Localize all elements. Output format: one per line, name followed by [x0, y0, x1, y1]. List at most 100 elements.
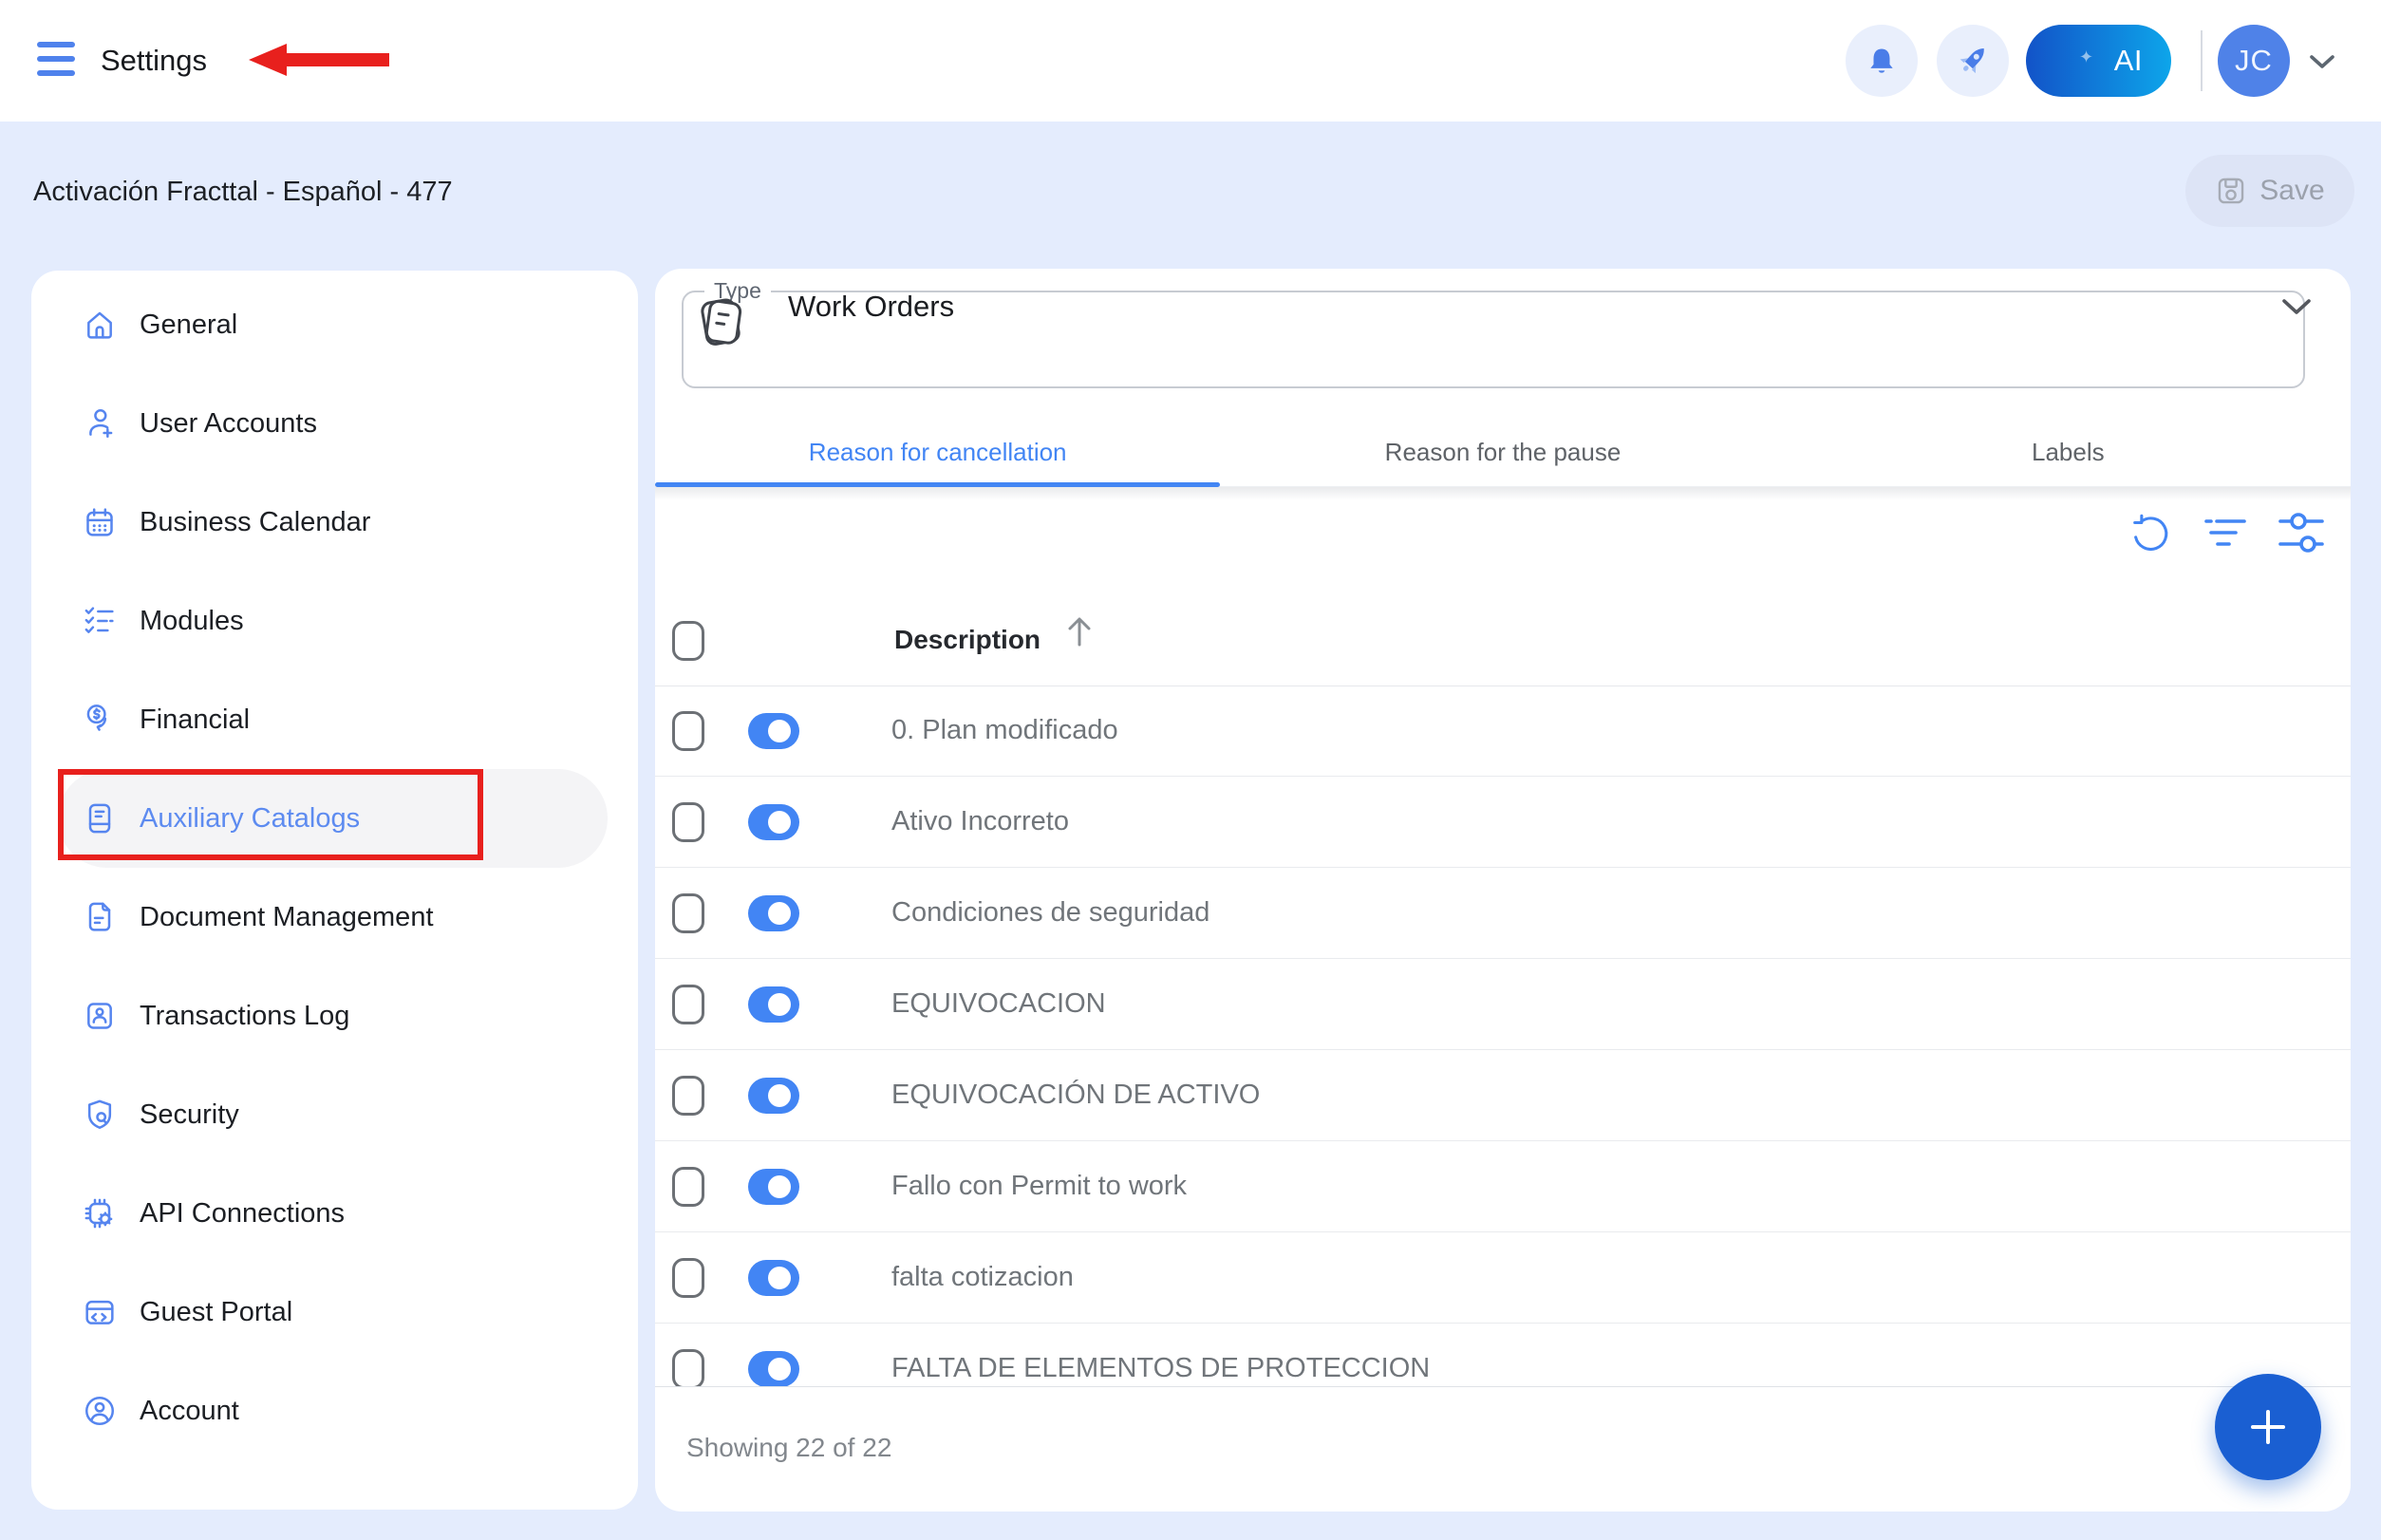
sidebar-item-label: User Accounts	[140, 407, 317, 439]
row-description: 0. Plan modificado	[891, 715, 1118, 745]
sidebar-item-label: Transactions Log	[140, 1000, 350, 1031]
sidebar-item-label: Account	[140, 1395, 239, 1426]
work-order-icon	[682, 282, 761, 362]
chevron-down-icon[interactable]	[2309, 54, 2335, 69]
home-icon	[81, 306, 119, 344]
account-circle-icon	[81, 1392, 119, 1430]
sidebar-item-label: API Connections	[140, 1197, 346, 1229]
avatar-initials: JC	[2235, 44, 2273, 77]
user-add-icon	[81, 404, 119, 442]
tab-labels[interactable]: Labels	[1786, 418, 2351, 486]
tab-reason-for-the-pause[interactable]: Reason for the pause	[1220, 418, 1785, 486]
table-row: Condiciones de seguridad	[655, 868, 2351, 959]
calendar-icon	[81, 503, 119, 541]
row-toggle-on[interactable]	[748, 713, 799, 749]
sidebar-item-guest-portal[interactable]: Guest Portal	[58, 1263, 608, 1362]
row-toggle-on[interactable]	[748, 1351, 799, 1386]
sidebar-item-transactions-log[interactable]: Transactions Log	[58, 967, 608, 1065]
top-bar: Settings ✦ AI JC	[0, 0, 2381, 122]
tab-label: Reason for cancellation	[808, 437, 1067, 466]
row-checkbox[interactable]	[672, 893, 704, 933]
launcher-button[interactable]	[1937, 25, 2009, 97]
catalog-table-body: 0. Plan modificado Ativo Incorreto Condi…	[655, 685, 2351, 1386]
settings-sidebar: General User Accounts Business Calendar	[31, 271, 638, 1510]
tabs-shadow	[655, 487, 2351, 500]
tune-icon[interactable]	[2277, 508, 2326, 557]
row-checkbox[interactable]	[672, 1167, 704, 1207]
sidebar-item-label: Financial	[140, 704, 251, 735]
sidebar-item-account[interactable]: Account	[58, 1362, 608, 1460]
row-count-status: Showing 22 of 22	[686, 1433, 892, 1462]
table-row: EQUIVOCACION	[655, 959, 2351, 1050]
table-row: 0. Plan modificado	[655, 685, 2351, 777]
row-description: EQUIVOCACIÓN DE ACTIVO	[891, 1080, 1261, 1110]
breadcrumb: Activación Fracttal - Español - 477	[33, 177, 453, 207]
ai-assistant-button[interactable]: ✦ AI	[2026, 25, 2171, 97]
plus-icon	[2247, 1406, 2289, 1448]
tab-reason-for-cancellation[interactable]: Reason for cancellation	[655, 418, 1221, 487]
tab-label: Labels	[2032, 437, 2105, 466]
row-toggle-on[interactable]	[748, 1169, 799, 1205]
filter-icon[interactable]	[2203, 514, 2248, 554]
sidebar-item-auxiliary-catalogs[interactable]: Auxiliary Catalogs	[58, 769, 608, 868]
row-checkbox[interactable]	[672, 1076, 704, 1116]
table-row: EQUIVOCACIÓN DE ACTIVO	[655, 1050, 2351, 1141]
row-toggle-on[interactable]	[748, 1260, 799, 1296]
type-select-value: Work Orders	[788, 290, 955, 323]
auxiliary-catalogs-panel: Type Work Orders Reason for cancellation…	[655, 269, 2351, 1512]
chip-gear-icon	[81, 1194, 119, 1232]
annotation-arrow-icon	[249, 44, 389, 76]
table-row: falta cotizacion	[655, 1232, 2351, 1324]
catalog-tabs: Reason for cancellation Reason for the p…	[655, 418, 2351, 487]
row-description: Ativo Incorreto	[891, 806, 1069, 836]
add-button[interactable]	[2215, 1374, 2321, 1480]
row-checkbox[interactable]	[672, 802, 704, 842]
row-description: EQUIVOCACION	[891, 988, 1106, 1019]
table-row: Ativo Incorreto	[655, 777, 2351, 868]
rocket-icon	[1953, 41, 1993, 81]
sidebar-item-label: Document Management	[140, 901, 434, 932]
hamburger-icon[interactable]	[37, 42, 75, 80]
sidebar-item-label: General	[140, 309, 238, 340]
row-checkbox[interactable]	[672, 711, 704, 751]
sparkle-icon: ✦	[2079, 47, 2094, 66]
row-toggle-on[interactable]	[748, 1078, 799, 1114]
divider	[2201, 30, 2203, 91]
row-description: Fallo con Permit to work	[891, 1171, 1188, 1201]
sidebar-item-security[interactable]: Security	[58, 1065, 608, 1164]
table-footer: Showing 22 of 22	[655, 1386, 2351, 1512]
page-title: Settings	[101, 44, 208, 77]
sort-ascending-icon[interactable]	[1065, 615, 1094, 648]
table-row: Fallo con Permit to work	[655, 1141, 2351, 1232]
notifications-button[interactable]	[1846, 25, 1918, 97]
sidebar-item-general[interactable]: General	[58, 275, 608, 374]
row-checkbox[interactable]	[672, 1258, 704, 1298]
row-checkbox[interactable]	[672, 1349, 704, 1386]
sidebar-item-label: Security	[140, 1099, 239, 1130]
table-header: Description	[655, 598, 2351, 686]
select-all-checkbox[interactable]	[672, 621, 704, 661]
row-toggle-on[interactable]	[748, 804, 799, 840]
row-checkbox[interactable]	[672, 985, 704, 1024]
sidebar-item-document-management[interactable]: Document Management	[58, 868, 608, 967]
sidebar-item-user-accounts[interactable]: User Accounts	[58, 374, 608, 473]
sidebar-item-modules[interactable]: Modules	[58, 572, 608, 670]
sidebar-item-label: Modules	[140, 605, 244, 636]
sidebar-item-api-connections[interactable]: API Connections	[58, 1164, 608, 1263]
transactions-icon	[81, 997, 119, 1035]
sidebar-item-label: Auxiliary Catalogs	[140, 802, 361, 834]
shield-icon	[81, 1096, 119, 1134]
ai-button-label: AI	[2113, 44, 2143, 77]
row-toggle-on[interactable]	[748, 895, 799, 931]
row-description: falta cotizacion	[891, 1262, 1074, 1292]
refresh-icon[interactable]	[2128, 512, 2171, 555]
save-button[interactable]: Save	[2185, 155, 2354, 227]
chevron-down-icon	[2280, 297, 2313, 316]
catalog-book-icon	[81, 799, 119, 837]
sidebar-item-financial[interactable]: Financial	[58, 670, 608, 769]
sidebar-item-label: Guest Portal	[140, 1296, 293, 1327]
tab-label: Reason for the pause	[1384, 437, 1622, 466]
row-toggle-on[interactable]	[748, 986, 799, 1023]
avatar[interactable]: JC	[2218, 25, 2290, 97]
sidebar-item-business-calendar[interactable]: Business Calendar	[58, 473, 608, 572]
